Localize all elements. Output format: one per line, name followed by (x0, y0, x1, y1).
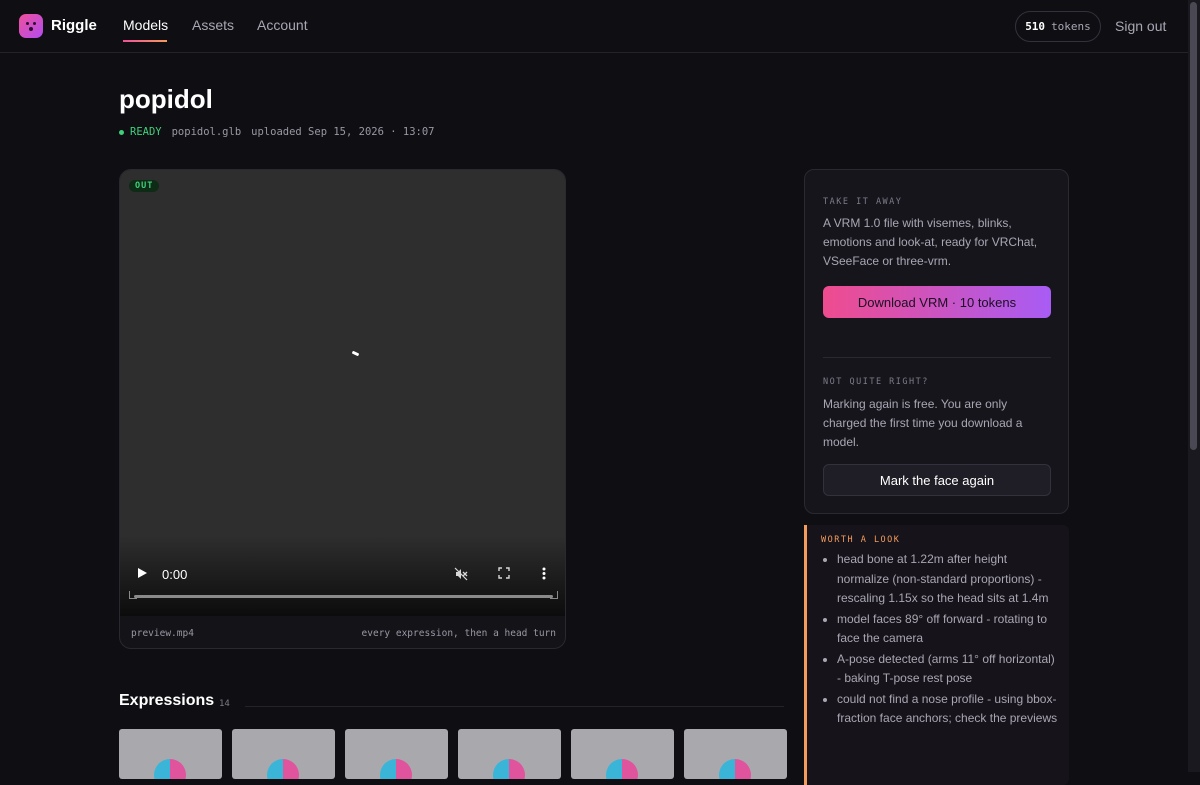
video-frame[interactable]: OUT 0:00 (120, 170, 565, 616)
download-vrm-button[interactable]: Download VRM · 10 tokens (823, 286, 1051, 318)
model-meta: READY popidol.glb uploaded Sep 15, 2026 … (119, 126, 434, 138)
preview-filename: preview.mp4 (131, 627, 194, 639)
expressions-heading: Expressions (119, 692, 215, 709)
warning-item: head bone at 1.22m after height normaliz… (837, 550, 1059, 609)
more-options-icon[interactable] (542, 567, 546, 583)
nav-models[interactable]: Models (123, 17, 168, 33)
model-filename: popidol.glb (171, 126, 242, 138)
fullscreen-icon[interactable] (498, 567, 510, 582)
avatar-head-icon (719, 759, 751, 779)
frame-corner-left (129, 591, 137, 599)
loading-spinner-icon (351, 350, 360, 357)
warning-item: could not find a nose profile - using bb… (837, 690, 1059, 729)
video-time: 0:00 (162, 567, 188, 582)
export-label: TAKE IT AWAY (823, 197, 903, 207)
out-badge: OUT (129, 180, 160, 192)
status-dot-icon (119, 129, 124, 135)
frame-corner-right (550, 591, 558, 599)
warnings-list: head bone at 1.22m after height normaliz… (837, 550, 1059, 730)
brand-name[interactable]: Riggle (51, 17, 97, 34)
token-balance[interactable]: 510 tokens (1015, 11, 1101, 42)
nav-assets[interactable]: Assets (192, 17, 234, 33)
page-title: popidol (119, 84, 213, 114)
token-label: tokens (1051, 20, 1091, 33)
retry-description: Marking again is free. You are only char… (823, 397, 1023, 449)
card-divider (823, 357, 1051, 358)
mute-icon[interactable] (454, 567, 468, 584)
preview-player: OUT 0:00 preview.mp4 every expression, t… (119, 169, 566, 649)
preview-caption: every expression, then a head turn (361, 627, 556, 639)
scrollbar-thumb[interactable] (1190, 2, 1197, 450)
token-count: 510 (1025, 20, 1046, 33)
avatar-head-icon (606, 759, 638, 779)
avatar-head-icon (267, 759, 299, 779)
warnings-panel: WORTH A LOOK head bone at 1.22m after he… (804, 525, 1069, 785)
riggle-logo-icon[interactable] (19, 14, 43, 38)
video-controls: 0:00 (120, 554, 565, 616)
player-footer: preview.mp4 every expression, then a hea… (120, 616, 565, 648)
top-bar: Riggle Models Assets Account 510 tokens … (0, 0, 1188, 53)
sign-out-link[interactable]: Sign out (1115, 18, 1166, 34)
expressions-count: 14 (219, 699, 230, 709)
mark-face-button[interactable]: Mark the face again (823, 464, 1051, 496)
nav-account[interactable]: Account (257, 17, 308, 33)
export-card: TAKE IT AWAY A VRM 1.0 file with visemes… (804, 169, 1069, 514)
avatar-head-icon (154, 759, 186, 779)
retry-label: NOT QUITE RIGHT? (823, 377, 929, 387)
active-nav-indicator (123, 40, 167, 42)
seek-bar[interactable] (134, 595, 553, 598)
section-divider (245, 706, 784, 707)
warnings-label: WORTH A LOOK (821, 535, 901, 545)
avatar-head-icon (380, 759, 412, 779)
upload-date: uploaded Sep 15, 2026 · 13:07 (251, 126, 435, 138)
avatar-head-icon (493, 759, 525, 779)
export-description: A VRM 1.0 file with visemes, blinks, emo… (823, 216, 1038, 268)
status-badge: READY (119, 126, 162, 138)
warning-item: A-pose detected (arms 11° off horizontal… (837, 650, 1059, 689)
page-scrollbar[interactable] (1188, 0, 1200, 772)
warning-item: model faces 89° off forward - rotating t… (837, 610, 1059, 649)
play-icon[interactable] (138, 568, 147, 578)
